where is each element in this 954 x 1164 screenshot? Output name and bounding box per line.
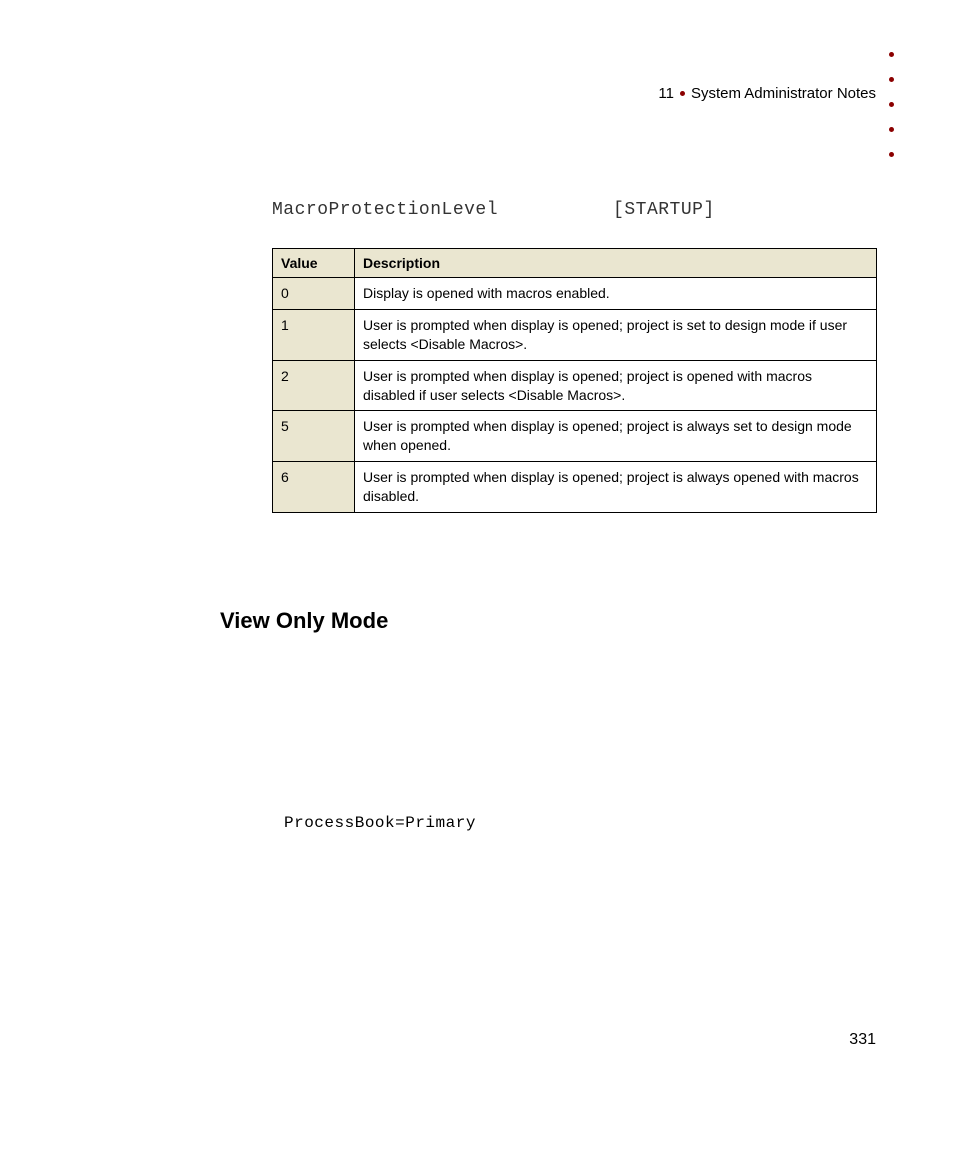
bullet-icon — [680, 91, 685, 96]
cell-description: Display is opened with macros enabled. — [355, 278, 877, 310]
chapter-number: 11 — [658, 85, 674, 102]
cell-value: 1 — [273, 309, 355, 360]
dot-icon — [889, 127, 894, 132]
values-table: Value Description 0 Display is opened wi… — [272, 248, 877, 513]
main-content: MacroProtectionLevel [STARTUP] Value Des… — [272, 200, 877, 832]
page-header: 11 System Administrator Notes — [658, 85, 876, 102]
setting-section: [STARTUP] — [613, 200, 715, 220]
cell-description: User is prompted when display is opened;… — [355, 462, 877, 513]
cell-description: User is prompted when display is opened;… — [355, 411, 877, 462]
cell-value: 6 — [273, 462, 355, 513]
table-row: 2 User is prompted when display is opene… — [273, 360, 877, 411]
section-heading: View Only Mode — [220, 608, 877, 634]
table-header-row: Value Description — [273, 249, 877, 278]
header-description: Description — [355, 249, 877, 278]
header-value: Value — [273, 249, 355, 278]
decorative-dots — [889, 52, 894, 157]
dot-icon — [889, 52, 894, 57]
cell-description: User is prompted when display is opened;… — [355, 309, 877, 360]
dot-icon — [889, 152, 894, 157]
code-line: ProcessBook=Primary — [284, 814, 877, 832]
table-row: 0 Display is opened with macros enabled. — [273, 278, 877, 310]
page-number: 331 — [849, 1031, 876, 1049]
dot-icon — [889, 102, 894, 107]
dot-icon — [889, 77, 894, 82]
cell-description: User is prompted when display is opened;… — [355, 360, 877, 411]
table-row: 1 User is prompted when display is opene… — [273, 309, 877, 360]
cell-value: 0 — [273, 278, 355, 310]
table-row: 5 User is prompted when display is opene… — [273, 411, 877, 462]
chapter-title: System Administrator Notes — [691, 85, 876, 102]
setting-name: MacroProtectionLevel — [272, 200, 498, 220]
cell-value: 2 — [273, 360, 355, 411]
setting-row: MacroProtectionLevel [STARTUP] — [272, 200, 877, 220]
cell-value: 5 — [273, 411, 355, 462]
table-row: 6 User is prompted when display is opene… — [273, 462, 877, 513]
